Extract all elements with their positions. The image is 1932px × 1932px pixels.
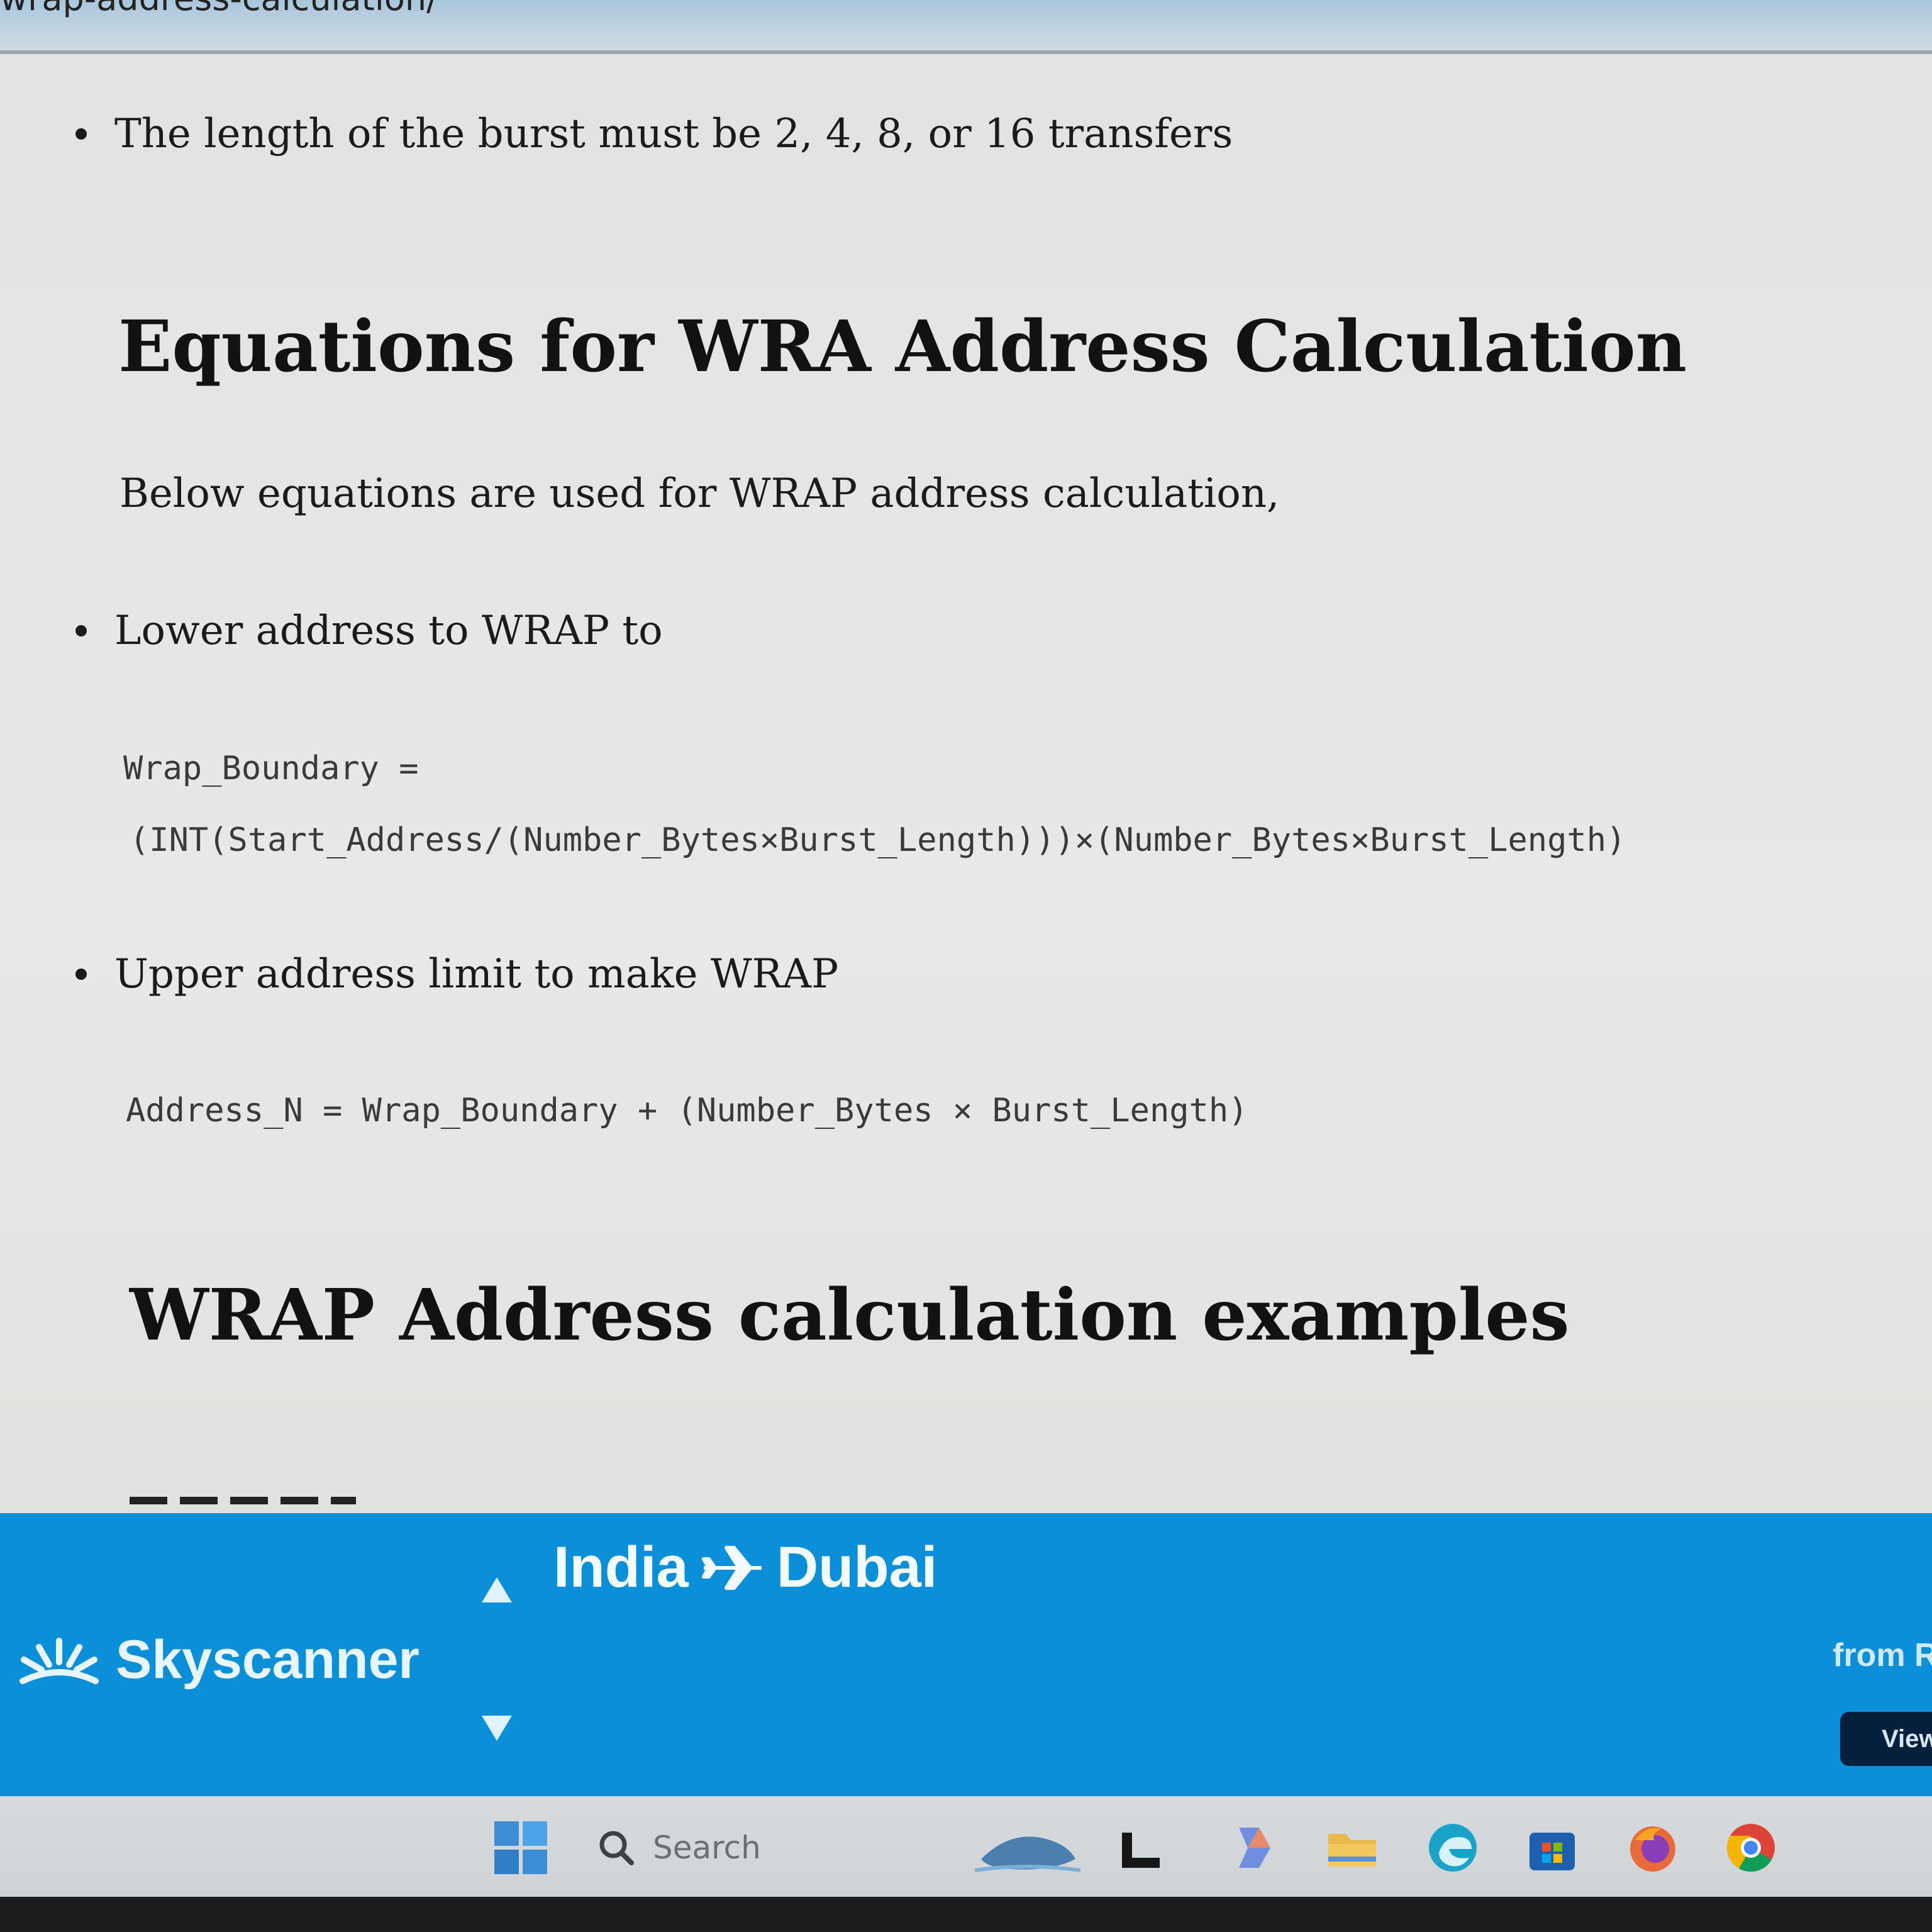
copilot-icon[interactable] — [1226, 1821, 1279, 1874]
bullet-icon — [75, 128, 87, 140]
taskbar-search-box[interactable]: Search — [597, 1821, 761, 1874]
code-wrap-boundary: Wrap_Boundary = — [123, 750, 419, 787]
windows-start-icon[interactable] — [494, 1821, 547, 1874]
brand-name: Skyscanner — [116, 1629, 419, 1690]
file-explorer-l-icon[interactable] — [1119, 1821, 1172, 1874]
folder-icon[interactable] — [1326, 1821, 1379, 1874]
cut-off-heading-text — [130, 1497, 356, 1504]
bullet-lower-text: Lower address to WRAP to — [114, 608, 663, 654]
route-destination: Dubai — [776, 1535, 938, 1599]
paragraph-equations: Below equations are used for WRAP addres… — [119, 470, 1280, 517]
heading-examples: WRAP Address calculation examples — [130, 1274, 1570, 1357]
price-from-text: from R — [1833, 1637, 1932, 1674]
widgets-icon[interactable] — [975, 1821, 1082, 1874]
list-item: Lower address to WRAP to — [75, 608, 663, 654]
store-icon[interactable] — [1526, 1821, 1579, 1874]
search-icon — [599, 1831, 634, 1865]
carousel-up-arrow-icon[interactable] — [482, 1577, 512, 1602]
list-item: Upper address limit to make WRAP — [75, 951, 838, 997]
search-placeholder: Search — [653, 1829, 761, 1866]
chrome-icon[interactable] — [1724, 1821, 1777, 1874]
heading-equations: Equations for WRA Address Calculation — [118, 306, 1687, 388]
bullet-icon — [75, 625, 87, 636]
skyscanner-brand[interactable]: Skyscanner — [15, 1629, 419, 1691]
view-deal-button[interactable]: View — [1840, 1712, 1932, 1766]
code-address-n: Address_N = Wrap_Boundary + (Number_Byte… — [126, 1092, 1248, 1130]
skyscanner-sunrise-icon — [19, 1637, 99, 1684]
edge-icon[interactable] — [1426, 1821, 1479, 1874]
bullet-upper-text: Upper address limit to make WRAP — [114, 951, 839, 997]
list-item: The length of the burst must be 2, 4, 8,… — [75, 111, 1233, 157]
browser-address-strip: wrap-address-calculation/ — [0, 0, 1932, 54]
carousel-down-arrow-icon[interactable] — [482, 1716, 512, 1741]
code-wrap-boundary-formula: (INT(Start_Address/(Number_Bytes×Burst_L… — [130, 821, 1626, 859]
screen-bezel — [0, 1897, 1932, 1932]
intro-bullet-text: The length of the burst must be 2, 4, 8,… — [114, 111, 1233, 157]
route-origin: India — [553, 1535, 689, 1599]
firefox-icon[interactable] — [1626, 1821, 1679, 1874]
bullet-icon — [75, 969, 87, 980]
partial-url-text: wrap-address-calculation/ — [0, 0, 438, 18]
flight-route[interactable]: India Dubai — [553, 1535, 937, 1601]
airplane-icon — [701, 1545, 762, 1590]
